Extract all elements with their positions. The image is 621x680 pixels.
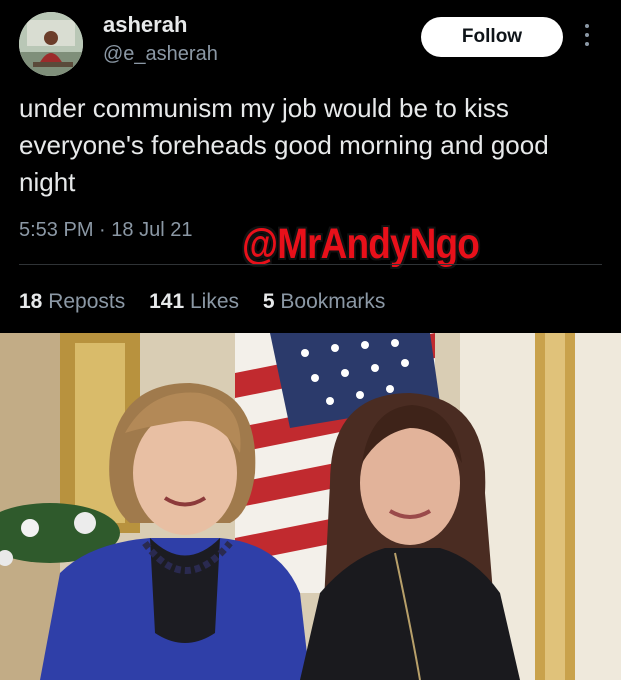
divider [19,264,602,265]
bookmarks-stat[interactable]: 5 Bookmarks [263,290,386,314]
avatar[interactable] [19,12,83,76]
attached-photo[interactable] [0,333,621,680]
tweet-date[interactable]: 18 Jul 21 [111,219,192,241]
watermark-text: @MrAndyNgo [242,220,480,268]
reposts-label: Reposts [48,290,126,313]
likes-stat[interactable]: 141 Likes [149,290,239,314]
more-vertical-icon[interactable] [581,24,593,50]
likes-label: Likes [189,290,240,313]
bookmarks-label: Bookmarks [280,290,386,313]
bookmarks-count: 5 [262,290,275,313]
tweet-time[interactable]: 5:53 PM [19,219,93,241]
user-handle[interactable]: @e_asherah [103,43,218,66]
tweet-card: asherah @e_asherah Follow under communis… [0,0,621,330]
reposts-count: 18 [19,290,43,313]
follow-button[interactable]: Follow [421,17,563,57]
meta-separator: · [99,219,106,241]
tweet-text: under communism my job would be to kiss … [19,93,549,197]
display-name[interactable]: asherah [103,12,187,38]
tweet-meta: 5:53 PM · 18 Jul 21 [19,219,192,242]
reposts-stat[interactable]: 18 Reposts [19,290,125,314]
engagement-stats: 18 Reposts 141 Likes 5 Bookmarks [19,290,403,314]
likes-count: 141 [149,290,185,313]
